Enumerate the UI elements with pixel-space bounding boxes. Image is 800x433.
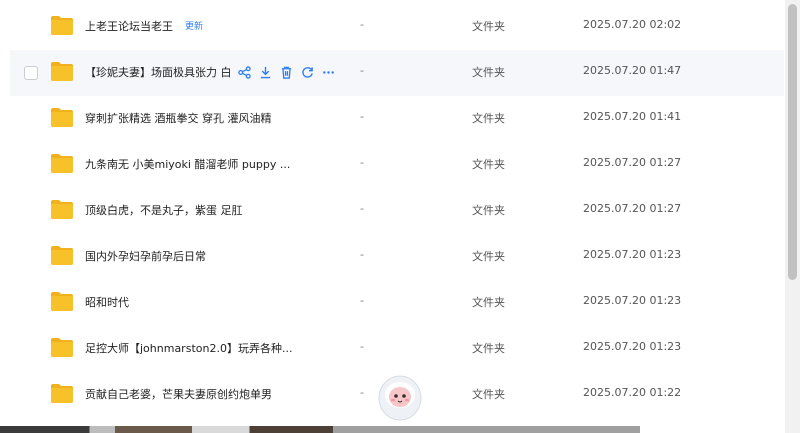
folder-icon	[50, 60, 74, 82]
modified-date: 2025.07.20 01:22	[583, 386, 682, 399]
file-name[interactable]: 国内外孕妇孕前孕后日常	[85, 248, 206, 264]
file-type: 文件夹	[472, 20, 505, 33]
file-size: -	[360, 110, 364, 123]
file-type: 文件夹	[472, 342, 505, 355]
list-item[interactable]: 顶级白虎，不是丸子，紫蛋 足肛 - 文件夹 2025.07.20 01:27	[10, 188, 784, 234]
file-name[interactable]: 足控大师【johnmarston2.0】玩弄各种...	[85, 340, 292, 356]
download-icon[interactable]	[259, 66, 272, 79]
modified-date: 2025.07.20 01:23	[583, 248, 682, 261]
folder-icon	[50, 152, 74, 174]
bottom-thumbnail-strip	[0, 426, 640, 433]
file-size: -	[360, 340, 364, 353]
list-item[interactable]: 穿刺扩张精选 酒瓶拳交 穿孔 灌风油精 - 文件夹 2025.07.20 01:41	[10, 96, 784, 142]
folder-icon	[50, 14, 74, 36]
file-size: -	[360, 248, 364, 261]
folder-icon	[50, 106, 74, 128]
file-size: -	[360, 156, 364, 169]
folder-icon	[50, 244, 74, 266]
list-item[interactable]: 九条南无 小美miyoki 醋溜老师 puppy ... - 文件夹 2025.07.…	[10, 142, 784, 188]
list-item[interactable]: 上老王论坛当老王 更新 - 文件夹 2025.07.20 02:02	[10, 4, 784, 50]
file-size: -	[360, 202, 364, 215]
file-type: 文件夹	[472, 66, 505, 79]
modified-date: 2025.07.20 01:47	[583, 64, 682, 77]
modified-date: 2025.07.20 01:23	[583, 340, 682, 353]
file-name[interactable]: 昭和时代	[85, 294, 129, 310]
update-badge: 更新	[185, 22, 204, 32]
file-type: 文件夹	[472, 112, 505, 125]
modified-date: 2025.07.20 02:02	[583, 18, 682, 31]
file-name[interactable]: 贡献自己老婆，芒果夫妻原创约炮单男	[85, 386, 272, 402]
refresh-icon[interactable]	[301, 66, 314, 79]
folder-icon	[50, 382, 74, 404]
file-type: 文件夹	[472, 158, 505, 171]
modified-date: 2025.07.20 01:27	[583, 156, 682, 169]
list-item[interactable]: 【珍妮夫妻】场面极具张力 白 - 文件夹 2025.07.20 01:47	[10, 50, 784, 96]
row-checkbox[interactable]	[24, 66, 38, 80]
file-type: 文件夹	[472, 388, 505, 401]
list-item[interactable]: 昭和时代 - 文件夹 2025.07.20 01:23	[10, 280, 784, 326]
scrollbar[interactable]	[785, 0, 800, 433]
modified-date: 2025.07.20 01:23	[583, 294, 682, 307]
assistant-mascot-icon[interactable]	[376, 368, 424, 424]
file-name[interactable]: 【珍妮夫妻】场面极具张力 白	[85, 64, 232, 80]
share-icon[interactable]	[238, 65, 251, 79]
delete-icon[interactable]	[280, 66, 293, 79]
file-name[interactable]: 上老王论坛当老王 更新	[85, 18, 203, 34]
list-item[interactable]: 足控大师【johnmarston2.0】玩弄各种... - 文件夹 2025.07.2…	[10, 326, 784, 372]
row-actions	[238, 61, 335, 83]
modified-date: 2025.07.20 01:27	[583, 202, 682, 215]
scrollbar-thumb[interactable]	[788, 4, 797, 280]
file-size: -	[360, 64, 364, 77]
file-name[interactable]: 九条南无 小美miyoki 醋溜老师 puppy ...	[85, 156, 290, 172]
folder-icon	[50, 290, 74, 312]
folder-icon	[50, 198, 74, 220]
folder-icon	[50, 336, 74, 358]
file-size: -	[360, 294, 364, 307]
file-size: -	[360, 18, 364, 31]
file-name[interactable]: 穿刺扩张精选 酒瓶拳交 穿孔 灌风油精	[85, 110, 272, 126]
more-icon[interactable]	[322, 66, 335, 79]
file-type: 文件夹	[472, 204, 505, 217]
modified-date: 2025.07.20 01:41	[583, 110, 682, 123]
list-item[interactable]: 国内外孕妇孕前孕后日常 - 文件夹 2025.07.20 01:23	[10, 234, 784, 280]
file-type: 文件夹	[472, 296, 505, 309]
file-size: -	[360, 386, 364, 399]
file-name[interactable]: 顶级白虎，不是丸子，紫蛋 足肛	[85, 202, 243, 218]
file-type: 文件夹	[472, 250, 505, 263]
